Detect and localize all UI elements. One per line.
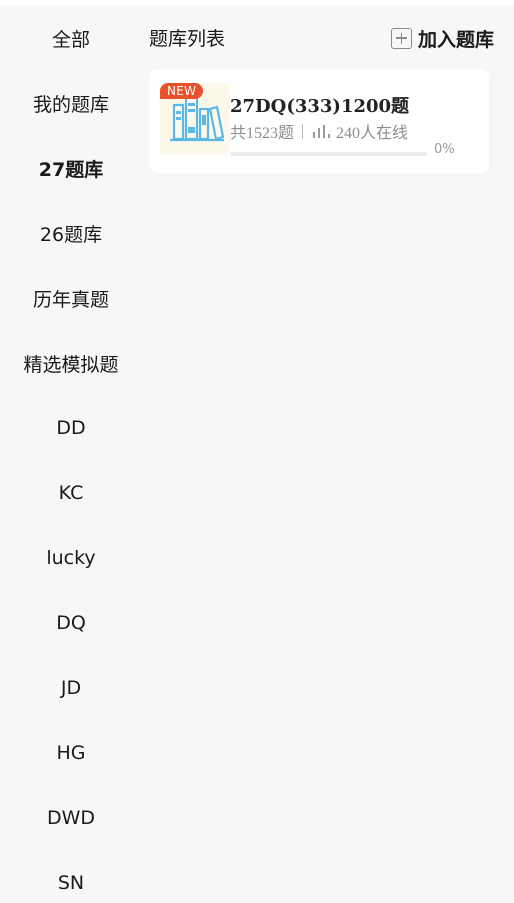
bank-card[interactable]: NEW 27DQ(333)1200题 共1523题 240人在线 0%: [150, 70, 489, 173]
progress-bar: [230, 152, 427, 156]
sidebar-item[interactable]: DD: [0, 408, 142, 448]
bar-chart-icon: [313, 125, 331, 138]
sidebar-item[interactable]: SN: [0, 863, 142, 903]
bank-thumbnail: NEW: [160, 83, 230, 155]
question-count: 共1523题: [230, 125, 295, 142]
sidebar-item[interactable]: 历年真题: [0, 278, 142, 318]
list-title: 题库列表: [149, 28, 226, 50]
online-count: 240人在线: [336, 125, 409, 142]
sidebar-item[interactable]: JD: [0, 668, 142, 708]
sidebar-item[interactable]: KC: [0, 473, 142, 513]
sidebar-item[interactable]: DWD: [0, 798, 142, 838]
progress-text: 0%: [434, 142, 455, 157]
sidebar-item[interactable]: 我的题库: [0, 83, 142, 123]
sidebar-item[interactable]: 全部: [0, 18, 142, 58]
plus-square-icon: [391, 27, 412, 49]
add-bank-label: 加入题库: [418, 28, 495, 51]
bank-meta: 共1523题 240人在线: [230, 121, 409, 142]
category-sidebar: 全部我的题库 27题库 26题库历年真题精选模拟题 DD KC lucky DQ JD HG DW…: [0, 6, 142, 900]
sidebar-item[interactable]: 27题库: [0, 148, 142, 188]
sidebar-item[interactable]: DQ: [0, 603, 142, 643]
sidebar-item[interactable]: 精选模拟题: [0, 343, 142, 383]
add-bank-button[interactable]: 加入题库: [391, 24, 509, 52]
sidebar-item[interactable]: 26题库: [0, 213, 142, 253]
meta-divider: [302, 123, 304, 139]
new-badge: NEW: [160, 83, 204, 99]
sidebar-item[interactable]: lucky: [0, 538, 142, 578]
bank-title: 27DQ(333)1200题: [230, 96, 410, 117]
sidebar-item[interactable]: HG: [0, 733, 142, 773]
